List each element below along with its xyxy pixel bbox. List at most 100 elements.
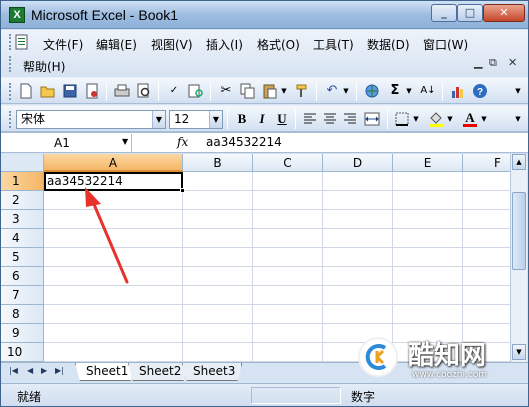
first-sheet-icon[interactable]: |◀ (9, 366, 18, 375)
last-sheet-icon[interactable]: ▶| (55, 366, 64, 375)
sheet-tab-sheet2[interactable]: Sheet2 (128, 363, 189, 381)
menu-bar: 文件(F) 编辑(E) 视图(V) 插入(I) 格式(O) 工具(T) 数据(D… (1, 30, 528, 76)
menu-tools[interactable]: 工具(T) (313, 36, 354, 53)
font-name-value: 宋体 (21, 112, 46, 126)
align-right-icon[interactable] (341, 110, 359, 128)
align-left-icon[interactable] (301, 110, 319, 128)
toolbar-separator (442, 82, 443, 101)
copy-icon[interactable] (239, 82, 257, 100)
title-bar: X Microsoft Excel - Book1 _ □ ✕ (1, 1, 528, 29)
name-box-value: A1 (54, 136, 70, 150)
status-ready-text: 就绪 (17, 390, 42, 404)
toolbar-options-icon[interactable]: ▼ (509, 110, 527, 128)
menu-format[interactable]: 格式(O) (257, 36, 300, 53)
arrow-head (85, 187, 101, 207)
formula-input[interactable]: aa34532214 (206, 135, 282, 149)
fill-color-dropdown-icon[interactable]: ▼ (445, 110, 455, 128)
autosum-dropdown-icon[interactable]: ▼ (404, 82, 414, 100)
insert-function-icon[interactable]: fx (177, 135, 188, 149)
undo-icon[interactable]: ↶ (323, 82, 341, 100)
toolbar-grip[interactable] (9, 83, 12, 100)
toolbar-separator (387, 110, 388, 129)
borders-icon[interactable] (393, 110, 411, 128)
new-icon[interactable] (17, 82, 35, 100)
save-icon[interactable] (61, 82, 79, 100)
scrollbar-thumb[interactable] (512, 192, 526, 270)
permission-icon[interactable] (83, 82, 101, 100)
font-color-icon[interactable]: A (461, 110, 479, 128)
menu-help[interactable]: 帮助(H) (23, 58, 65, 75)
font-color-dropdown-icon[interactable]: ▼ (479, 110, 489, 128)
borders-dropdown-icon[interactable]: ▼ (411, 110, 421, 128)
document-minimize-icon[interactable]: ▁ (474, 56, 482, 69)
watermark-url: www.coozhi.com (412, 370, 488, 380)
status-panel (251, 387, 341, 404)
font-name-select[interactable]: 宋体 ▼ (16, 110, 166, 129)
autosum-icon[interactable]: Σ (386, 82, 404, 100)
chevron-down-icon[interactable]: ▼ (209, 111, 222, 128)
toolbar-separator (158, 82, 159, 101)
formatting-toolbar: 宋体 ▼ 12 ▼ B I U ▼ ▼ A ▼ ▼ (1, 105, 528, 132)
help-icon[interactable]: ? (471, 82, 489, 100)
menu-grip[interactable] (9, 34, 12, 50)
underline-button[interactable]: U (273, 110, 291, 128)
print-icon[interactable] (113, 82, 131, 100)
menu-edit[interactable]: 编辑(E) (96, 36, 137, 53)
minimize-button[interactable]: _ (431, 4, 457, 22)
print-preview-icon[interactable] (135, 82, 153, 100)
menu-data[interactable]: 数据(D) (367, 36, 410, 53)
menu-insert[interactable]: 插入(I) (206, 36, 243, 53)
close-button[interactable]: ✕ (483, 4, 525, 22)
window-title: Microsoft Excel - Book1 (31, 7, 179, 23)
toolbar-separator (210, 82, 211, 101)
sort-icon[interactable]: A↓ (419, 82, 437, 100)
cut-icon[interactable]: ✂ (217, 82, 235, 100)
workbook-icon[interactable] (15, 34, 29, 50)
chart-icon[interactable] (449, 82, 467, 100)
toolbar-separator (227, 110, 228, 129)
align-center-icon[interactable] (321, 110, 339, 128)
watermark-logo-icon (358, 337, 398, 377)
sheet-tab-sheet1[interactable]: Sheet1 (75, 363, 136, 381)
help-grip[interactable] (9, 56, 12, 72)
merge-center-icon[interactable] (363, 110, 381, 128)
font-size-select[interactable]: 12 ▼ (169, 110, 223, 129)
paste-dropdown-icon[interactable]: ▼ (279, 82, 289, 100)
menu-window[interactable]: 窗口(W) (423, 36, 468, 53)
maximize-button[interactable]: □ (457, 4, 483, 22)
toolbar-separator (295, 110, 296, 129)
menu-file[interactable]: 文件(F) (43, 36, 83, 53)
menu-view[interactable]: 视图(V) (151, 36, 193, 53)
watermark-title: 酷知网 (408, 341, 487, 371)
excel-app-icon[interactable]: X (9, 7, 25, 23)
chevron-down-icon[interactable]: ▼ (122, 137, 128, 146)
document-restore-icon[interactable]: ⧉ (489, 56, 497, 70)
scroll-up-icon[interactable]: ▲ (512, 154, 526, 170)
fill-color-icon[interactable] (427, 110, 445, 128)
arrow-shaft (91, 200, 129, 284)
sheet-tab-sheet3[interactable]: Sheet3 (182, 363, 243, 381)
chevron-down-icon[interactable]: ▼ (152, 111, 165, 128)
bold-button[interactable]: B (233, 110, 251, 128)
formula-bar: A1 ▼ fx aa34532214 (1, 132, 528, 153)
next-sheet-icon[interactable]: ▶ (41, 366, 47, 375)
prev-sheet-icon[interactable]: ◀ (27, 366, 33, 375)
toolbar-separator (316, 82, 317, 101)
toolbar-grip[interactable] (9, 111, 12, 128)
excel-window: X Microsoft Excel - Book1 _ □ ✕ 文件(F) 编辑… (0, 0, 529, 407)
open-icon[interactable] (39, 82, 57, 100)
paste-icon[interactable] (261, 82, 279, 100)
toolbar-separator (356, 82, 357, 101)
research-icon[interactable] (187, 82, 205, 100)
toolbar-separator (106, 82, 107, 101)
name-box[interactable]: A1 ▼ (4, 134, 132, 152)
spelling-icon[interactable]: ✓ (165, 82, 183, 100)
italic-button[interactable]: I (253, 110, 271, 128)
document-close-icon[interactable]: ✕ (508, 56, 517, 69)
format-painter-icon[interactable] (293, 82, 311, 100)
toolbar-options-icon[interactable]: ▼ (509, 82, 527, 100)
watermark: 酷知网 www.coozhi.com (346, 329, 528, 406)
undo-dropdown-icon[interactable]: ▼ (341, 82, 351, 100)
standard-toolbar: ✓ ✂ ▼ ↶ ▼ Σ ▼ A↓ ? ▼ (1, 77, 528, 104)
hyperlink-icon[interactable] (363, 82, 381, 100)
